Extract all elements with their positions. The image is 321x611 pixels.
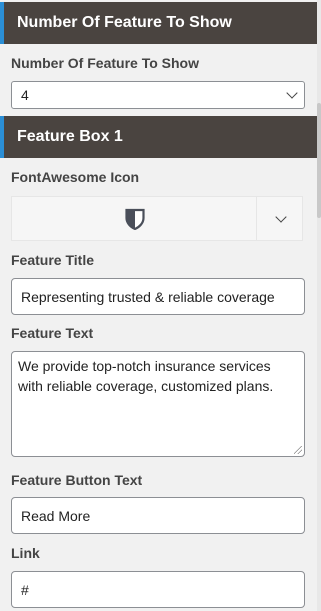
shield-icon [125,208,145,230]
icon-preview[interactable] [12,197,258,240]
section-header-title: Feature Box 1 [17,128,123,145]
chevron-down-icon [275,210,287,223]
scrollbar-thumb[interactable] [317,103,321,218]
resize-grip-icon[interactable] [294,446,302,454]
feature-button-text-input[interactable]: Read More [11,497,305,534]
number-of-features-label: Number Of Feature To Show [11,55,199,71]
feature-title-value: Representing trusted & reliable coverage [21,288,275,305]
icon-dropdown-toggle[interactable] [256,197,302,240]
fontawesome-icon-label: FontAwesome Icon [11,169,140,185]
feature-text-label: Feature Text [11,325,94,341]
icon-picker[interactable] [11,196,303,241]
section-header-feature-box-1[interactable]: Feature Box 1 [0,116,317,158]
feature-button-text-value: Read More [21,507,91,524]
feature-title-label: Feature Title [11,252,94,268]
link-value: # [21,581,29,598]
scrollbar-track[interactable] [317,0,321,611]
chevron-down-icon [286,87,298,99]
feature-button-text-label: Feature Button Text [11,472,143,488]
feature-text-textarea[interactable]: We provide top-notch insurance services … [11,351,305,457]
feature-text-value: We provide top-notch insurance services … [18,358,274,394]
number-of-features-select[interactable]: 4 [11,81,305,109]
link-input[interactable]: # [11,571,305,608]
number-of-features-value: 4 [21,87,29,103]
feature-title-input[interactable]: Representing trusted & reliable coverage [11,278,305,315]
section-header-title: Number Of Feature To Show [17,14,232,31]
section-header-number-of-features[interactable]: Number Of Feature To Show [0,2,317,44]
link-label: Link [11,545,40,561]
